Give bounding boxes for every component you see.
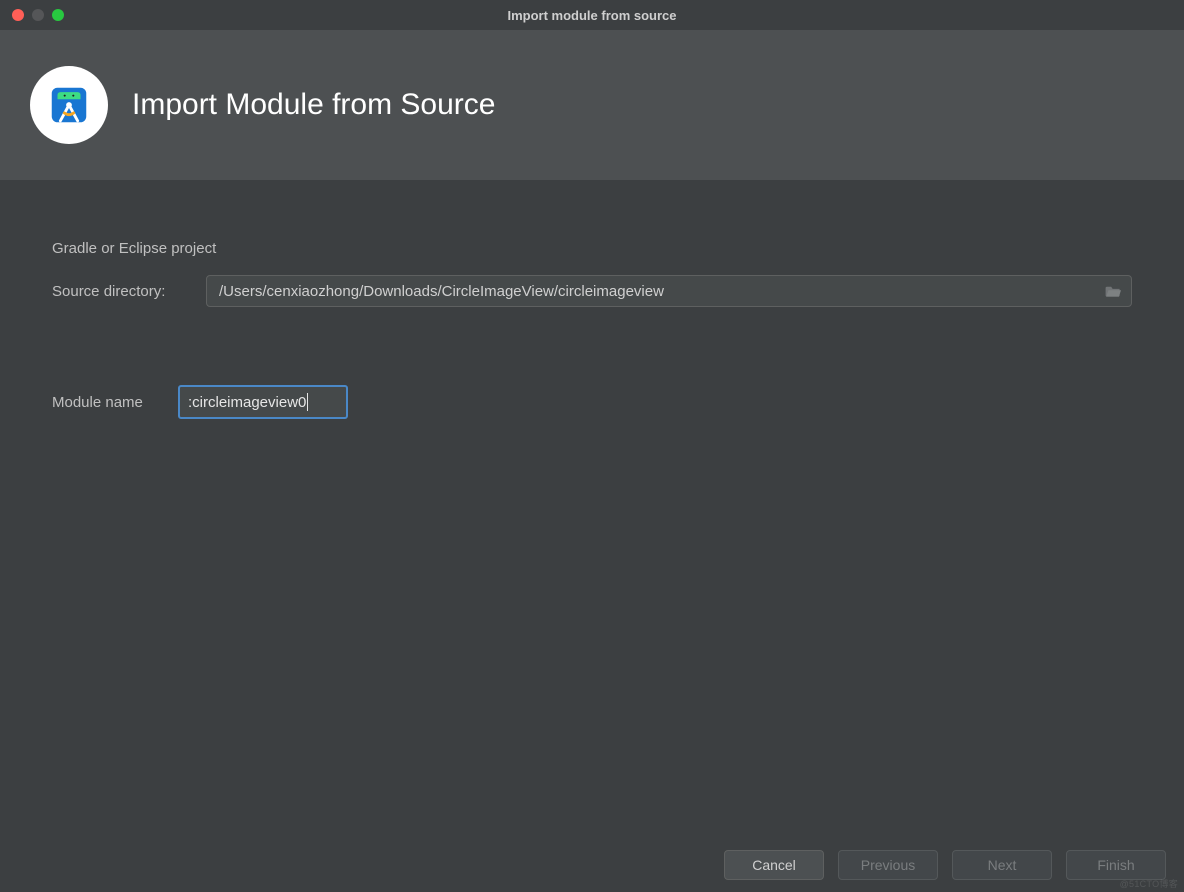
dialog-header: Import Module from Source bbox=[0, 30, 1184, 180]
module-name-input[interactable]: :circleimageview0 bbox=[178, 385, 348, 419]
project-type-label: Gradle or Eclipse project bbox=[52, 240, 1132, 257]
dialog-content: Gradle or Eclipse project Source directo… bbox=[0, 180, 1184, 419]
module-name-row: Module name :circleimageview0 bbox=[52, 385, 1132, 419]
source-directory-label: Source directory: bbox=[52, 283, 192, 300]
next-button: Next bbox=[952, 850, 1052, 880]
text-cursor bbox=[307, 393, 308, 411]
cancel-button[interactable]: Cancel bbox=[724, 850, 824, 880]
previous-button: Previous bbox=[838, 850, 938, 880]
module-name-value: :circleimageview0 bbox=[188, 394, 306, 411]
module-name-label: Module name bbox=[52, 394, 164, 411]
android-studio-icon bbox=[30, 66, 108, 144]
folder-open-icon[interactable] bbox=[1105, 284, 1123, 298]
source-directory-row: Source directory: /Users/cenxiaozhong/Do… bbox=[52, 275, 1132, 307]
window-title: Import module from source bbox=[0, 8, 1184, 23]
source-directory-input[interactable]: /Users/cenxiaozhong/Downloads/CircleImag… bbox=[206, 275, 1132, 307]
source-directory-value: /Users/cenxiaozhong/Downloads/CircleImag… bbox=[219, 283, 664, 300]
minimize-window-button[interactable] bbox=[32, 9, 44, 21]
window-controls bbox=[12, 9, 64, 21]
zoom-window-button[interactable] bbox=[52, 9, 64, 21]
close-window-button[interactable] bbox=[12, 9, 24, 21]
dialog-footer: Cancel Previous Next Finish bbox=[0, 838, 1184, 892]
watermark-text: @51CTO博客 bbox=[1120, 877, 1178, 890]
titlebar: Import module from source bbox=[0, 0, 1184, 30]
finish-button: Finish bbox=[1066, 850, 1166, 880]
dialog-title: Import Module from Source bbox=[132, 88, 495, 122]
